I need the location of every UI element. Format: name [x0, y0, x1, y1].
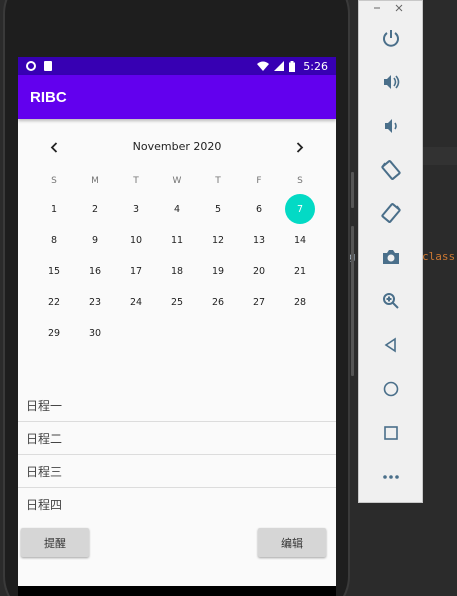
calendar-day[interactable]: 19 — [203, 256, 233, 286]
emulator-toolbar — [358, 0, 423, 503]
volume-up-icon — [384, 75, 400, 89]
calendar-day[interactable]: 3 — [121, 194, 151, 224]
weekday-label: T — [215, 176, 221, 186]
screenshot-button[interactable] — [378, 244, 404, 270]
power-icon — [383, 30, 399, 47]
zoom-icon — [383, 293, 399, 309]
home-icon — [383, 381, 399, 397]
calendar-day[interactable]: 18 — [162, 256, 192, 286]
volume-up-button[interactable] — [378, 69, 404, 95]
chevron-right-icon — [296, 141, 304, 153]
calendar-day[interactable]: 24 — [121, 287, 151, 317]
ide-current-line — [420, 147, 457, 165]
weekday-label: S — [51, 176, 57, 186]
month-label: November 2020 — [132, 140, 222, 153]
remind-button[interactable]: 提醒 — [21, 528, 89, 557]
wifi-icon — [257, 61, 270, 71]
calendar-day[interactable]: 17 — [121, 256, 151, 286]
calendar-view: November 2020 S M T W T F S 1 2 3 4 5 6 7 8 9 10 11 12 13 14… — [18, 119, 336, 389]
calendar-day[interactable]: 21 — [285, 256, 315, 286]
volume-down-button[interactable] — [378, 113, 404, 139]
back-button[interactable] — [378, 332, 404, 358]
calendar-day-selected[interactable]: 7 — [285, 194, 315, 224]
calendar-day[interactable]: 30 — [80, 318, 110, 348]
overview-icon — [384, 426, 398, 440]
calendar-day[interactable]: 29 — [39, 318, 69, 348]
power-button[interactable] — [378, 25, 404, 51]
battery-icon — [289, 60, 296, 72]
notification-icon — [26, 61, 36, 71]
schedule-item[interactable]: 日程三 — [18, 455, 336, 488]
calendar-day[interactable]: 11 — [162, 225, 192, 255]
minimize-icon[interactable] — [373, 4, 381, 12]
next-month-button[interactable] — [290, 139, 310, 155]
navigation-bar — [18, 586, 336, 596]
camera-icon — [383, 250, 399, 264]
calendar-day[interactable]: 6 — [244, 194, 274, 224]
calendar-day[interactable]: 9 — [80, 225, 110, 255]
more-button[interactable] — [378, 464, 404, 490]
signal-icon — [274, 61, 285, 71]
calendar-header: November 2020 — [18, 139, 336, 155]
calendar-day[interactable]: 5 — [203, 194, 233, 224]
rotate-left-button[interactable] — [378, 157, 404, 183]
calendar-day[interactable]: 25 — [162, 287, 192, 317]
calendar-day[interactable]: 2 — [80, 194, 110, 224]
calendar-day[interactable]: 26 — [203, 287, 233, 317]
weekday-label: W — [172, 176, 182, 186]
calendar-day[interactable]: 1 — [39, 194, 69, 224]
ide-scroll-marker — [351, 226, 354, 376]
back-icon — [384, 337, 396, 353]
calendar-day[interactable]: 16 — [80, 256, 110, 286]
ide-scroll-marker — [351, 172, 354, 208]
more-icon — [383, 475, 399, 479]
status-time: 5:26 — [303, 59, 328, 73]
calendar-day[interactable]: 13 — [244, 225, 274, 255]
schedule-item[interactable]: 日程四 — [18, 488, 336, 521]
calendar-day[interactable]: 12 — [203, 225, 233, 255]
ide-code-keyword: class — [422, 250, 456, 263]
calendar-day[interactable]: 20 — [244, 256, 274, 286]
overview-button[interactable] — [378, 420, 404, 446]
app-title: RIBC — [30, 88, 67, 106]
calendar-day[interactable]: 27 — [244, 287, 274, 317]
phone-screen: 5:26 RIBC November 2020 SMTWTFS123456789… — [18, 57, 336, 586]
rotate-right-icon — [381, 203, 401, 223]
calendar-day[interactable]: 14 — [285, 225, 315, 255]
weekday-label: T — [133, 176, 139, 186]
calendar-day[interactable]: 8 — [39, 225, 69, 255]
volume-down-icon — [385, 119, 397, 133]
calendar-day[interactable]: 4 — [162, 194, 192, 224]
home-button[interactable] — [378, 376, 404, 402]
calendar-day[interactable]: 23 — [80, 287, 110, 317]
calendar-day[interactable]: 15 — [39, 256, 69, 286]
sd-card-icon — [44, 61, 52, 71]
zoom-button[interactable] — [378, 288, 404, 314]
schedule-item[interactable]: 日程一 — [18, 389, 336, 422]
status-bar: 5:26 — [18, 57, 336, 75]
schedule-item[interactable]: 日程二 — [18, 422, 336, 455]
rotate-left-icon — [381, 160, 401, 180]
app-bar: RIBC — [18, 75, 336, 119]
rotate-right-button[interactable] — [378, 200, 404, 226]
weekday-label: F — [256, 176, 262, 186]
calendar-day[interactable]: 10 — [121, 225, 151, 255]
schedule-list: 日程一 日程二 日程三 日程四 — [18, 389, 336, 521]
calendar-day[interactable]: 28 — [285, 287, 315, 317]
weekday-label: M — [91, 176, 99, 186]
calendar-day[interactable]: 22 — [39, 287, 69, 317]
weekday-label: S — [297, 176, 303, 186]
close-icon[interactable] — [395, 4, 403, 12]
edit-button[interactable]: 编辑 — [258, 528, 326, 557]
